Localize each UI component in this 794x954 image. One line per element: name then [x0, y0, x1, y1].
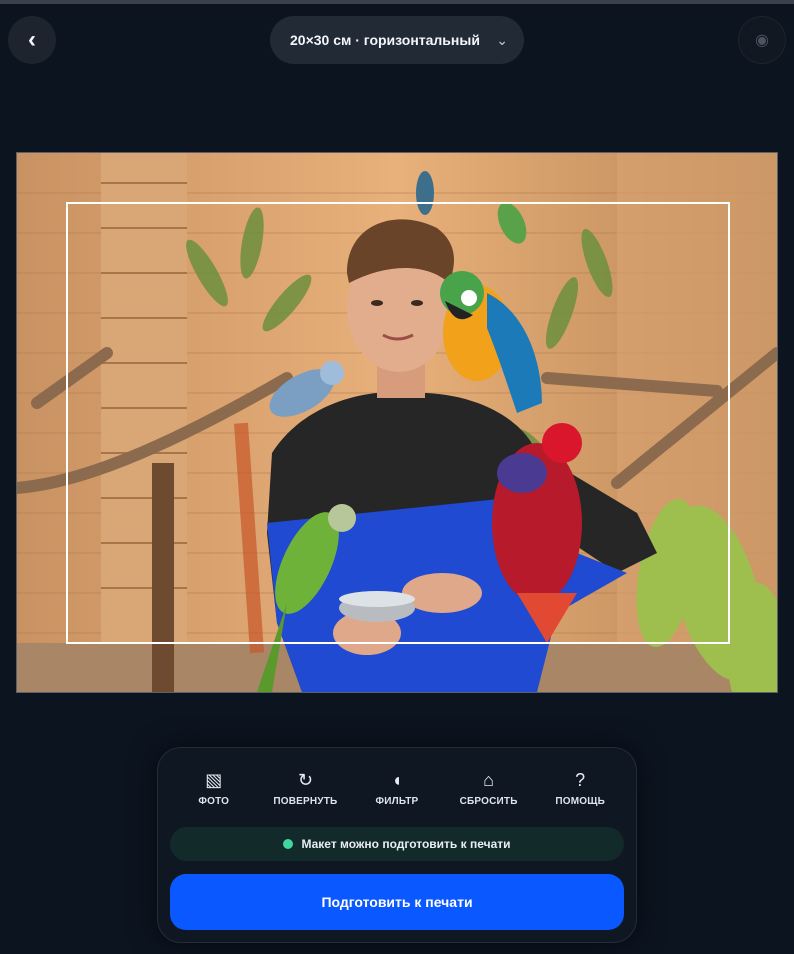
status-dot-icon — [283, 839, 294, 849]
tool-rotate[interactable]: ↻ ПОВЕРНУТЬ — [260, 768, 352, 807]
tool-reset[interactable]: ⌂ СБРОСИТЬ — [443, 768, 535, 807]
chevron-down-icon: ⌄ — [496, 31, 508, 48]
status-text: Макет можно подготовить к печати — [301, 837, 511, 851]
status-banner: Макет можно подготовить к печати — [170, 827, 624, 861]
crop-area[interactable] — [66, 202, 730, 644]
toolbar: ▧ ФОТО ↻ ПОВЕРНУТЬ ◖ ФИЛЬТР ⌂ СБРОСИТЬ ?… — [158, 768, 636, 807]
tool-photo[interactable]: ▧ ФОТО — [168, 768, 260, 807]
tool-filter[interactable]: ◖ ФИЛЬТР — [351, 768, 443, 807]
rotate-icon: ↻ — [297, 770, 313, 790]
tool-rotate-label: ПОВЕРНУТЬ — [273, 796, 338, 807]
chevron-left-icon: ‹ — [28, 26, 36, 53]
prepare-print-button[interactable]: Подготовить к печати — [170, 874, 624, 930]
camera-icon: ◉ — [755, 32, 769, 49]
editor-panel: ▧ ФОТО ↻ ПОВЕРНУТЬ ◖ ФИЛЬТР ⌂ СБРОСИТЬ ?… — [157, 747, 637, 943]
print-size-label: 20×30 см · горизонтальный — [290, 32, 480, 48]
tool-help-label: ПОМОЩЬ — [555, 796, 605, 807]
tool-help[interactable]: ? ПОМОЩЬ — [534, 768, 626, 807]
tool-filter-label: ФИЛЬТР — [375, 796, 419, 807]
top-border — [0, 0, 794, 4]
tool-reset-label: СБРОСИТЬ — [459, 796, 518, 807]
camera-button[interactable]: ◉ — [738, 16, 786, 64]
tool-photo-label: ФОТО — [198, 796, 230, 807]
prepare-print-label: Подготовить к печати — [321, 894, 473, 910]
filter-icon: ◖ — [391, 770, 403, 790]
photo-preview[interactable] — [16, 152, 778, 693]
print-size-dropdown[interactable]: 20×30 см · горизонтальный ⌄ — [270, 16, 524, 64]
back-button[interactable]: ‹ — [8, 16, 56, 64]
home-reset-icon: ⌂ — [483, 770, 495, 790]
photo-icon: ▧ — [205, 770, 223, 790]
help-icon: ? — [575, 770, 586, 790]
